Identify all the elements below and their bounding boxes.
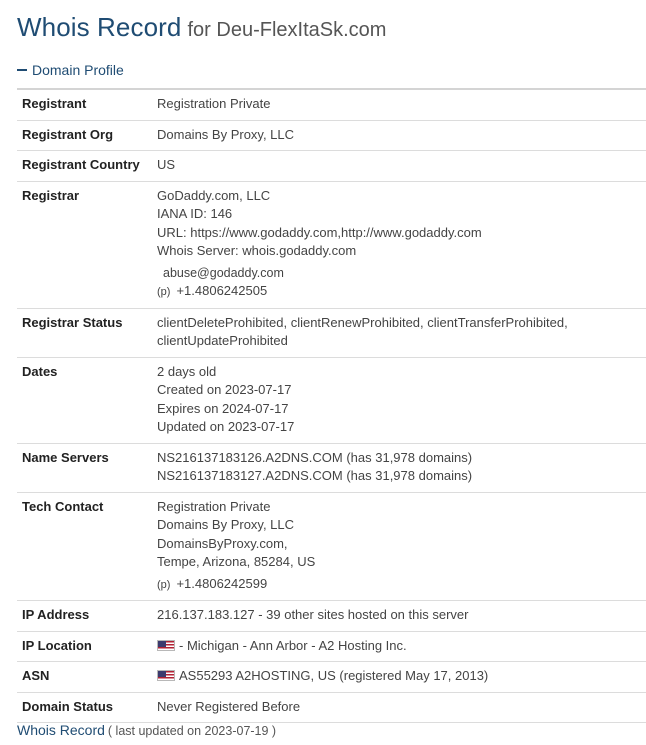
- phone-prefix: (p): [157, 578, 171, 591]
- domain-profile-table: Registrant Registration Private Registra…: [17, 88, 646, 723]
- name-server-1: NS216137183126.A2DNS.COM (has 31,978 dom…: [157, 449, 473, 465]
- asn-cell: AS55293 A2HOSTING, US (registered May 17…: [152, 661, 646, 693]
- row-label: Tech Contact: [17, 492, 152, 601]
- created-date: Created on 2023-07-17: [157, 382, 292, 397]
- row-label: ASN: [17, 661, 152, 693]
- last-updated-text: ( last updated on 2023-07-19 ): [107, 724, 277, 738]
- registrar-abuse-email: abuse@godaddy.com: [163, 265, 284, 280]
- table-row: Registrar GoDaddy.com, LLC IANA ID: 146 …: [17, 181, 646, 309]
- row-label: Dates: [17, 357, 152, 444]
- table-row: IP Address 216.137.183.127 - 39 other si…: [17, 600, 646, 632]
- row-label: Registrar Status: [17, 308, 152, 358]
- page-title: Whois Record for Deu-FlexItaSk.com: [17, 12, 386, 43]
- registrar-details: GoDaddy.com, LLC IANA ID: 146 URL: https…: [152, 181, 646, 309]
- tech-contact-address: Tempe, Arizona, 85284, US: [157, 554, 316, 569]
- table-row: Name Servers NS216137183126.A2DNS.COM (h…: [17, 443, 646, 493]
- whois-record-footer: Whois Record( last updated on 2023-07-19…: [17, 722, 276, 738]
- registrar-phone-line: (p) +1.4806242505: [157, 282, 642, 302]
- page-title-domain: for Deu-FlexItaSk.com: [187, 19, 387, 41]
- name-servers-details: NS216137183126.A2DNS.COM (has 31,978 dom…: [152, 443, 646, 493]
- domain-profile-toggle[interactable]: Domain Profile: [17, 62, 124, 78]
- tech-contact-phone: +1.4806242599: [176, 575, 268, 591]
- row-label: Registrant Org: [17, 120, 152, 151]
- us-flag-icon: [157, 670, 175, 681]
- ip-address-value: 216.137.183.127 - 39 other sites hosted …: [152, 600, 646, 632]
- table-row: Registrar Status clientDeleteProhibited,…: [17, 308, 646, 358]
- row-value: US: [152, 150, 646, 182]
- row-label: Registrar: [17, 181, 152, 309]
- table-row: Dates 2 days old Created on 2023-07-17 E…: [17, 357, 646, 444]
- row-label: IP Location: [17, 631, 152, 662]
- table-row: Domain Status Never Registered Before: [17, 692, 646, 723]
- whois-record-link[interactable]: Whois Record: [17, 722, 105, 738]
- whois-page: Whois Record for Deu-FlexItaSk.com Domain…: [0, 0, 646, 745]
- ip-location-value: - Michigan - Ann Arbor - A2 Hosting Inc.: [179, 637, 407, 653]
- domain-profile-label: Domain Profile: [32, 62, 124, 78]
- registrar-status-value: clientDeleteProhibited, clientRenewProhi…: [152, 308, 646, 358]
- row-label: Name Servers: [17, 443, 152, 493]
- us-flag-icon: [157, 639, 175, 651]
- phone-prefix: (p): [157, 286, 171, 298]
- expires-date: Expires on 2024-07-17: [157, 400, 289, 416]
- page-title-main: Whois Record: [17, 12, 182, 42]
- ip-location-cell: - Michigan - Ann Arbor - A2 Hosting Inc.: [152, 631, 646, 662]
- row-label: IP Address: [17, 600, 152, 632]
- updated-date: Updated on 2023-07-17: [157, 419, 295, 434]
- table-row: Registrant Registration Private: [17, 89, 646, 121]
- registrar-iana: IANA ID: 146: [157, 206, 233, 221]
- row-value: Domains By Proxy, LLC: [152, 120, 646, 151]
- table-row: Registrant Country US: [17, 150, 646, 182]
- tech-contact-org: Domains By Proxy, LLC: [157, 517, 295, 532]
- tech-contact-site: DomainsByProxy.com,: [157, 535, 288, 551]
- minus-icon[interactable]: [17, 69, 27, 72]
- domain-status-value: Never Registered Before: [152, 692, 646, 723]
- table-row: Tech Contact Registration Private Domain…: [17, 492, 646, 601]
- tech-contact-name: Registration Private: [157, 498, 271, 514]
- table-row: Registrant Org Domains By Proxy, LLC: [17, 120, 646, 151]
- row-value: Registration Private: [152, 89, 646, 121]
- name-server-2: NS216137183127.A2DNS.COM (has 31,978 dom…: [157, 468, 473, 483]
- tech-contact-phone-line: (p) +1.4806242599: [157, 575, 642, 595]
- registrar-whois-server: Whois Server: whois.godaddy.com: [157, 243, 357, 258]
- row-label: Registrant: [17, 89, 152, 121]
- tech-contact-details: Registration Private Domains By Proxy, L…: [152, 492, 646, 601]
- registrar-url: URL: https://www.godaddy.com,http://www.…: [157, 224, 482, 240]
- row-label: Registrant Country: [17, 150, 152, 182]
- table-row: IP Location - Michigan - Ann Arbor - A2 …: [17, 631, 646, 662]
- registrar-name: GoDaddy.com, LLC: [157, 187, 271, 203]
- asn-value: AS55293 A2HOSTING, US (registered May 17…: [179, 668, 489, 683]
- domain-age: 2 days old: [157, 363, 217, 379]
- row-label: Domain Status: [17, 692, 152, 723]
- dates-details: 2 days old Created on 2023-07-17 Expires…: [152, 357, 646, 444]
- table-row: ASN AS55293 A2HOSTING, US (registered Ma…: [17, 661, 646, 693]
- registrar-phone: +1.4806242505: [176, 283, 268, 298]
